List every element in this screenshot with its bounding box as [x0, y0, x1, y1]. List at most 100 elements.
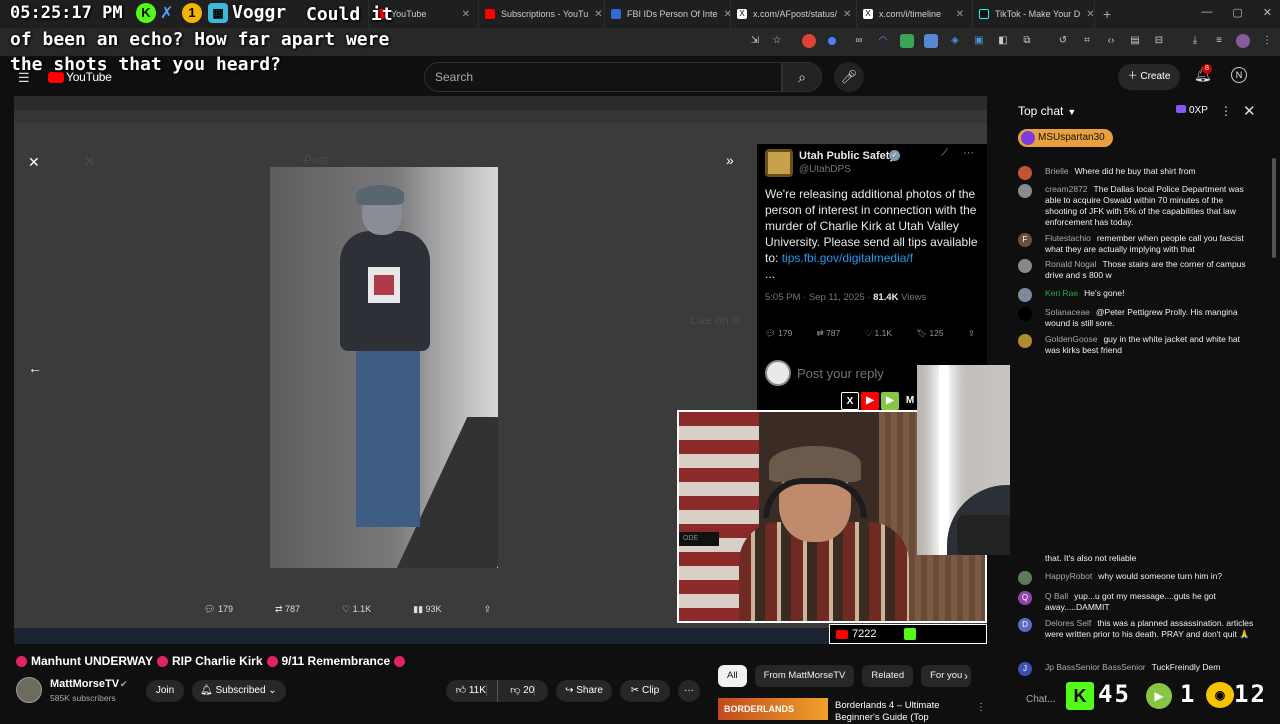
close-tab-icon[interactable]: ✕ — [456, 9, 470, 20]
download-icon[interactable]: ⤓ — [1188, 34, 1202, 48]
extension-icon[interactable] — [900, 34, 914, 48]
chat-scrollbar[interactable] — [1272, 158, 1276, 258]
rumble-platform-icon: ▶ — [881, 392, 899, 410]
chat-avatar — [1018, 334, 1032, 348]
pinned-supporter-chip[interactable]: MSUspartan30 — [1018, 129, 1113, 147]
maximize-icon[interactable]: ▢ — [1232, 6, 1242, 19]
browser-tab-fbi[interactable]: FBI IDs Person Of Inte✕ — [605, 0, 731, 28]
extension-icon[interactable] — [924, 34, 938, 48]
split-icon[interactable]: ⊟ — [1152, 34, 1166, 48]
chat-avatar — [1018, 259, 1032, 273]
stream-browser-tabs — [14, 96, 987, 110]
clip-button[interactable]: ✂ Clip — [620, 680, 670, 702]
chevron-right-icon[interactable]: › — [964, 669, 968, 683]
recommended-thumbnail[interactable]: BORDERLANDS — [718, 698, 828, 720]
microphone-icon: 🎤︎ — [840, 69, 858, 84]
chat-input[interactable]: Chat... — [1026, 694, 1055, 705]
profile-icon[interactable] — [1236, 34, 1250, 48]
subscribed-button[interactable]: 🔔︎ Subscribed ⌄ — [192, 680, 286, 702]
search-button[interactable]: ⌕ — [782, 62, 822, 92]
search-input[interactable]: Search — [424, 62, 782, 92]
close-tab-icon[interactable]: ✕ — [588, 9, 602, 20]
close-tab-icon[interactable]: ✕ — [718, 9, 730, 20]
red-circle-icon — [266, 655, 278, 667]
voice-search-button[interactable]: 🎤︎ — [834, 62, 864, 92]
chat-close-icon[interactable]: ✕ — [1243, 102, 1256, 120]
recommended-title[interactable]: Borderlands 4 – Ultimate Beginner's Guid… — [835, 700, 975, 724]
chat-message: QQ Ball yup...u got my message....guts he… — [1018, 591, 1254, 613]
overlay-chat-message: Could it of been an echo? How far apart … — [10, 4, 393, 75]
grok-icon: ⟋ — [941, 148, 948, 159]
bookmark-star-icon[interactable]: ☆ — [770, 34, 784, 48]
dislike-button[interactable]: 👎︎ 20 — [498, 680, 549, 702]
history-icon[interactable]: ↺ — [1056, 34, 1070, 48]
chat-avatar — [1018, 307, 1032, 321]
x-platform-icon: X — [841, 392, 859, 410]
playlist-icon[interactable]: ≡ — [1212, 34, 1226, 48]
browser-tab-subscriptions[interactable]: Subscriptions - YouTu ✕ — [479, 0, 605, 28]
extension-icon[interactable]: ◧ — [996, 34, 1010, 48]
chat-avatar: F — [1018, 233, 1032, 247]
like-button[interactable]: 👍︎ 11K — [446, 680, 498, 702]
close-tab-icon[interactable]: ✕ — [1080, 9, 1094, 20]
browser-tab-afpost[interactable]: Xx.com/AFpost/status/✕ — [731, 0, 857, 28]
repost-stat: ⇄ 787 — [274, 604, 301, 614]
extension-icon[interactable]: ∞ — [852, 34, 866, 48]
chip-related[interactable]: Related — [862, 665, 914, 687]
chat-avatar: J — [1018, 662, 1032, 676]
xp-icon — [1176, 105, 1186, 113]
share-button[interactable]: ↪ Share — [556, 680, 612, 702]
bookmark-action: 🔖︎ 125 — [916, 328, 944, 338]
chat-avatar — [1018, 166, 1032, 180]
chat-message: D Delores Self this was a planned assassin… — [1018, 618, 1254, 640]
browser-tab-tiktok[interactable]: TikTok - Make Your D ✕ — [973, 0, 1095, 28]
bell-icon: 🔔︎ — [200, 685, 213, 696]
close-tab-icon[interactable]: ✕ — [950, 9, 964, 20]
browser-tab-timeline[interactable]: Xx.com/i/timeline ✕ — [857, 0, 973, 28]
join-button[interactable]: Join — [146, 680, 184, 702]
x-icon: X — [863, 9, 873, 19]
chat-mode-selector[interactable]: Top chat ▼ — [1018, 104, 1076, 118]
like-stat: ♡ 1.1K — [342, 604, 372, 614]
photo-stats-bar: 💬︎ 179 ⇄ 787 ♡ 1.1K ▮▮ 93K ⇪ — [204, 604, 491, 615]
recommended-more-icon[interactable]: ⋮ — [976, 702, 986, 713]
close-tab-icon[interactable]: ✕ — [837, 9, 851, 20]
chip-all[interactable]: All — [718, 665, 747, 687]
chat-more-icon[interactable]: ⋮ — [1220, 104, 1232, 118]
screenshot-icon[interactable]: ⌗ — [1080, 34, 1094, 48]
photo-cap — [356, 185, 404, 205]
puzzle-icon[interactable]: ⧉ — [1020, 34, 1034, 48]
create-button[interactable]: ＋ Create — [1118, 64, 1180, 90]
browser-menu-icon[interactable]: ⋮ — [1260, 34, 1274, 48]
account-avatar[interactable]: N — [1231, 67, 1247, 83]
rumble-counter-icon: ▶ — [1146, 683, 1172, 709]
chat-message: cream2872 The Dallas local Police Departm… — [1018, 184, 1254, 228]
share-icon: ↪ — [565, 685, 574, 696]
close-window-icon[interactable]: ✕ — [1263, 6, 1272, 19]
repost-action: ⇄ 787 — [816, 328, 841, 338]
extension-icon[interactable]: ◠ — [876, 34, 890, 48]
chat-message: that. It's also not reliable — [1045, 553, 1137, 563]
devtools-icon[interactable]: ‹› — [1104, 34, 1118, 48]
chat-message: Ronald Nogal Those stairs are the corner … — [1018, 259, 1254, 281]
new-tab-button[interactable]: + — [1103, 6, 1111, 22]
search-icon: ⌕ — [798, 69, 806, 85]
extension-icon[interactable]: ▣ — [972, 34, 986, 48]
more-actions-button[interactable]: ··· — [678, 680, 700, 702]
minimize-icon[interactable]: — — [1201, 6, 1212, 19]
sidebar-icon[interactable]: ▤ — [1128, 34, 1142, 48]
install-icon[interactable]: ⇲ — [748, 34, 762, 48]
chat-xp-badge[interactable]: 0XP — [1176, 105, 1208, 116]
reply-stat: 💬︎ 179 — [204, 604, 233, 614]
close-icon: ✕ — [28, 154, 40, 170]
share-icon: ⇪ — [967, 328, 975, 338]
extension-icon[interactable] — [802, 34, 816, 48]
extension-icon[interactable]: ◈ — [948, 34, 962, 48]
ring-light — [939, 365, 949, 555]
extension-icon[interactable] — [828, 37, 836, 45]
double-chevron-right-icon: » — [726, 152, 734, 168]
channel-name[interactable]: MattMorseTV — [50, 678, 119, 690]
chip-from-channel[interactable]: From MattMorseTV — [754, 665, 855, 687]
verified-icon: ✔ — [120, 679, 128, 689]
channel-avatar[interactable] — [16, 677, 42, 703]
